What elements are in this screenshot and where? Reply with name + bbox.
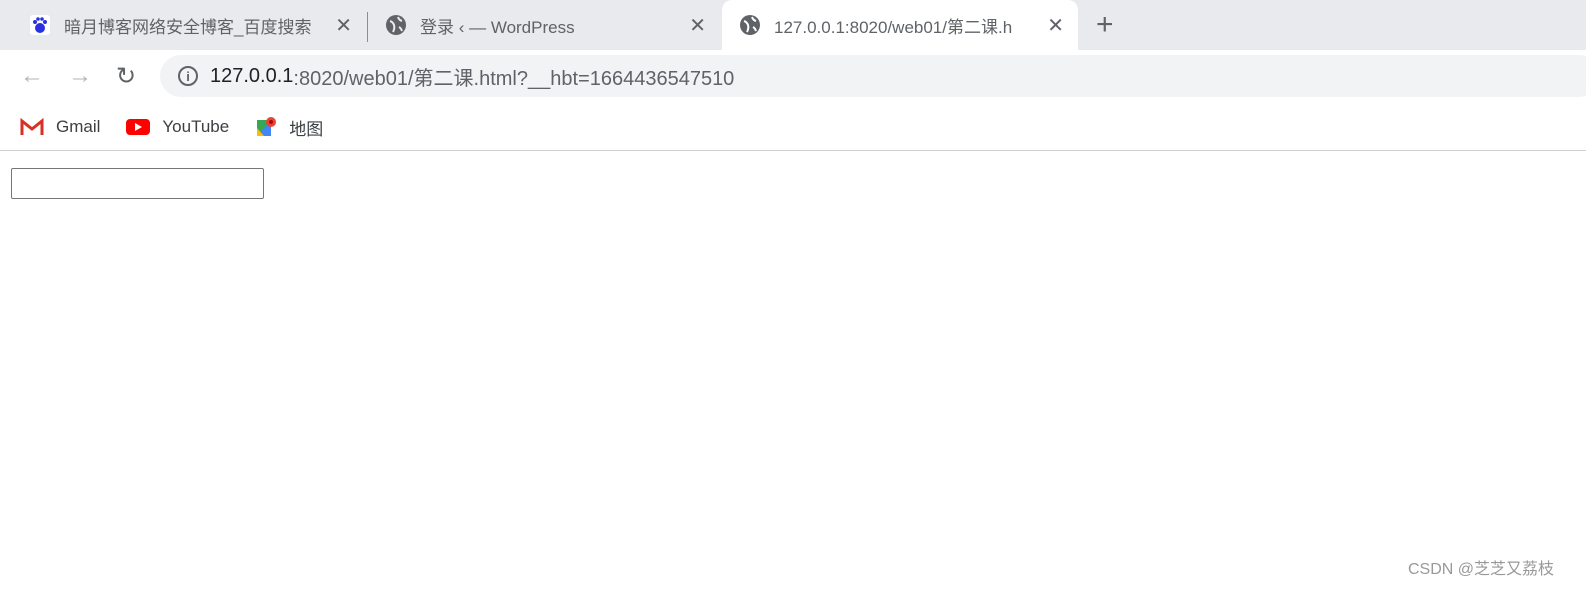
bookmark-maps[interactable]: 地图 [255, 115, 323, 140]
bookmark-youtube[interactable]: YouTube [126, 117, 229, 137]
baidu-icon [30, 15, 50, 35]
tab-divider [367, 12, 368, 42]
bookmark-label: YouTube [162, 117, 230, 136]
tab-title: 登录 ‹ — WordPress [420, 17, 575, 37]
bookmark-label: Gmail [56, 117, 101, 136]
tab-strip: 暗月博客网络安全博客_百度搜索 ✕ 登录 ‹ — WordPress ✕ 127… [0, 0, 1586, 50]
back-icon[interactable]: ← [20, 62, 44, 90]
gmail-icon [20, 118, 44, 136]
close-icon[interactable]: ✕ [1047, 13, 1064, 38]
forward-icon[interactable]: → [68, 62, 92, 90]
globe-icon [386, 15, 406, 35]
tab-active[interactable]: 127.0.0.1:8020/web01/第二课.h ✕ [722, 0, 1078, 50]
maps-icon [255, 116, 277, 138]
bookmark-label: 地图 [289, 119, 324, 139]
watermark: CSDN @芝芝又荔枝 [1407, 561, 1554, 578]
tab-title: 127.0.0.1:8020/web01/第二课.h [774, 17, 1013, 37]
tab-baidu[interactable]: 暗月博客网络安全博客_百度搜索 ✕ [16, 0, 366, 50]
address-bar[interactable]: i 127.0.0.1:8020/web01/第二课.html?__hbt=16… [160, 55, 1586, 97]
youtube-icon [126, 118, 151, 136]
globe-icon [740, 15, 760, 35]
url-path: :8020/web01/第二课.html?__hbt=1664436547510 [293, 67, 735, 90]
close-icon[interactable]: ✕ [689, 13, 706, 38]
bookmarks-bar: Gmail YouTube 地图 [0, 104, 1586, 151]
bookmark-gmail[interactable]: Gmail [20, 117, 100, 137]
text-input[interactable] [11, 168, 264, 199]
url-host: 127.0.0.1 [210, 64, 294, 87]
reload-icon[interactable]: ↻ [116, 62, 136, 91]
new-tab-button[interactable]: + [1096, 8, 1114, 42]
close-icon[interactable]: ✕ [335, 13, 352, 38]
tab-wordpress[interactable]: 登录 ‹ — WordPress ✕ [370, 0, 720, 50]
info-icon[interactable]: i [178, 66, 198, 86]
toolbar: ← → ↻ i 127.0.0.1:8020/web01/第二课.html?__… [0, 50, 1586, 104]
tab-title: 暗月博客网络安全博客_百度搜索 [64, 17, 312, 37]
